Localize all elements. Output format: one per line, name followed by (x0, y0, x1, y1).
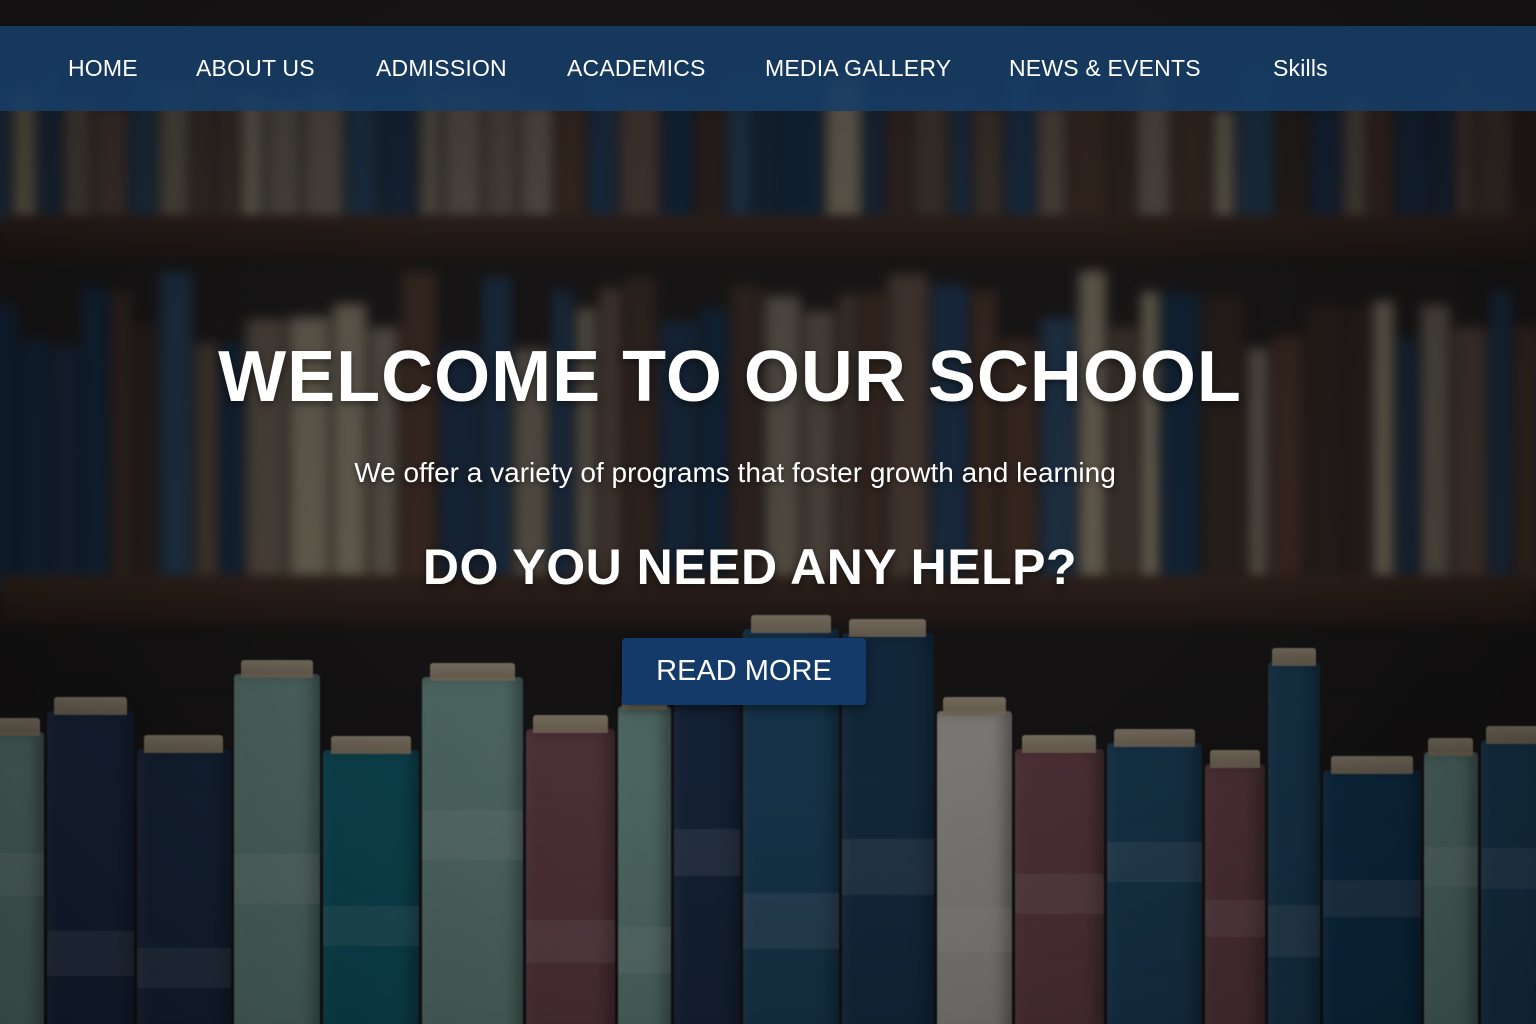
nav-item-admission[interactable]: ADMISSION (376, 26, 507, 111)
nav-item-skills[interactable]: Skills (1273, 26, 1328, 111)
hero-title: WELCOME TO OUR SCHOOL (218, 337, 1242, 417)
help-heading: DO YOU NEED ANY HELP? (422, 539, 1078, 595)
read-more-button[interactable]: READ MORE (622, 638, 866, 705)
main-navigation: HOME ABOUT US ADMISSION ACADEMICS MEDIA … (0, 26, 1536, 111)
nav-item-home[interactable]: HOME (68, 26, 138, 111)
hero-subtitle: We offer a variety of programs that fost… (354, 457, 1116, 488)
hero-vignette (0, 0, 1536, 1024)
nav-item-about-us[interactable]: ABOUT US (196, 26, 315, 111)
hero-background-image (0, 0, 1536, 1024)
nav-item-media-gallery[interactable]: MEDIA GALLERY (765, 26, 951, 111)
nav-item-news-events[interactable]: NEWS & EVENTS (1009, 26, 1201, 111)
nav-item-academics[interactable]: ACADEMICS (567, 26, 706, 111)
